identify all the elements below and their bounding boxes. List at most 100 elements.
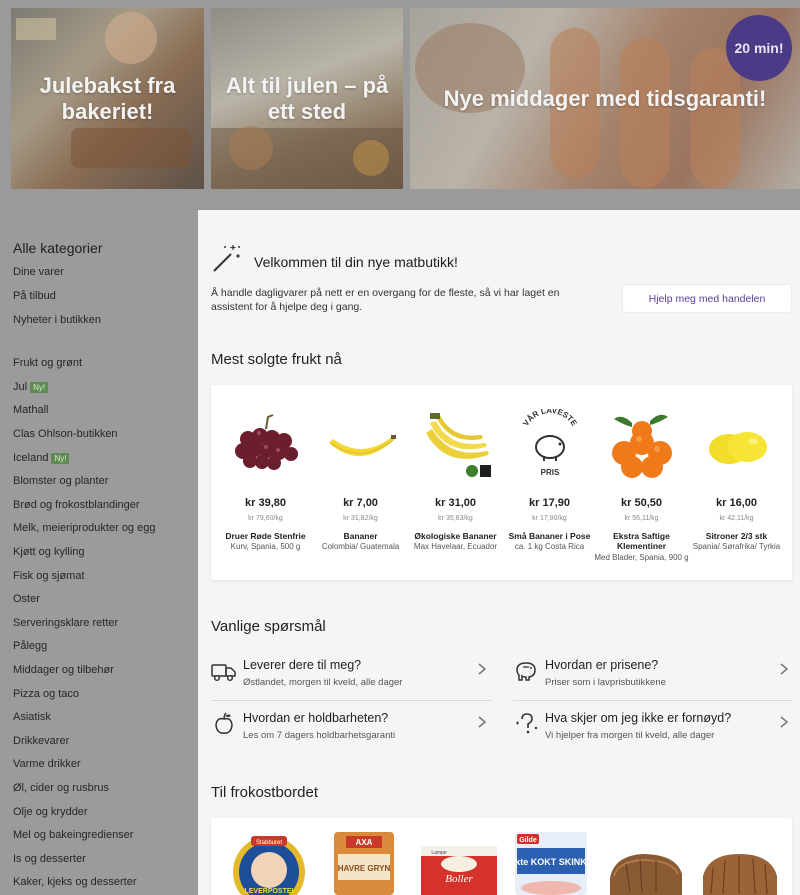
faq-item[interactable]: Hvordan er holdbarheten? Les om 7 dagers…: [211, 707, 491, 751]
sidebar-item-category[interactable]: Olje og krydder: [13, 806, 88, 818]
sidebar-item-category[interactable]: Mathall: [13, 404, 48, 416]
faq-answer: Priser som i lavprisbutikkene: [545, 677, 666, 688]
faq-answer: Østlandet, morgen til kveld, alle dager: [243, 677, 403, 688]
svg-text:Ekte KOKT SKINKE: Ekte KOKT SKINKE: [511, 857, 591, 867]
product-name: Små Bananer i Pose: [508, 531, 591, 541]
boller-image: Lampe Boller: [421, 846, 497, 895]
help-shopping-button[interactable]: Hjelp meg med handelen: [623, 285, 791, 312]
chevron-right-icon: [780, 716, 789, 728]
new-tag: Ny!: [51, 452, 70, 464]
svg-text:PRIS: PRIS: [541, 468, 560, 477]
svg-text:LEVERPOSTEI: LEVERPOSTEI: [244, 888, 293, 895]
svg-text:Gilde: Gilde: [519, 837, 537, 844]
bread-image: [703, 854, 777, 895]
bestsellers-title: Mest solgte frukt nå: [211, 351, 342, 368]
faq-item[interactable]: Leverer dere til meg? Østlandet, morgen …: [211, 654, 491, 698]
product-card[interactable]: [691, 818, 786, 895]
banner-julebakst[interactable]: Julebakst fra bakeriet!: [11, 8, 204, 189]
svg-text:Stabburet: Stabburet: [256, 840, 282, 846]
product-card[interactable]: Lampe Boller: [411, 818, 506, 895]
sidebar-item-pa-tilbud[interactable]: På tilbud: [13, 290, 56, 302]
product-card[interactable]: AXA HAVRE GRYN: [316, 818, 411, 895]
svg-text:Lampe: Lampe: [431, 850, 447, 856]
faq-question: Hva skjer om jeg ikke er fornøyd?: [545, 711, 732, 725]
sidebar-heading[interactable]: Alle kategorier: [13, 240, 103, 256]
sidebar-item-category[interactable]: Øl, cider og rusbrus: [13, 782, 109, 794]
sidebar-item-dine-varer[interactable]: Dine varer: [13, 266, 64, 278]
breakfast-title: Til frokostbordet: [211, 784, 318, 801]
banner-title: Alt til julen – på ett sted: [225, 72, 389, 124]
product-name: Ekstra Saftige Klementiner: [613, 531, 670, 551]
product-card[interactable]: [598, 818, 693, 895]
breakfast-carousel: Stabburet LEVERPOSTEI AXA HAVRE GRYN Lam…: [211, 818, 792, 895]
product-price: kr 17,90: [529, 497, 570, 509]
sidebar-item-category[interactable]: Jul Ny!: [13, 381, 49, 393]
chevron-right-icon: [478, 716, 487, 728]
product-description: Spania/ Sørafrika/ Tyrkia: [692, 542, 781, 551]
faq-answer: Vi hjelper fra morgen til kveld, alle da…: [545, 730, 715, 741]
sidebar-item-category[interactable]: Clas Ohlson-butikken: [13, 428, 118, 440]
product-price: kr 7,00: [343, 497, 378, 509]
product-price: kr 39,80: [245, 497, 286, 509]
product-card[interactable]: Stabburet LEVERPOSTEI: [221, 818, 316, 895]
chevron-right-icon: [478, 663, 487, 675]
faq-item[interactable]: Hvordan er prisene? Priser som i lavpris…: [513, 654, 793, 698]
product-unit-price: kr 35,63/kg: [438, 515, 473, 522]
product-description: Max Havelaar, Ecuador: [413, 542, 498, 551]
divider: [513, 700, 793, 701]
product-name: Økologiske Bananer: [414, 531, 497, 541]
product-price: kr 50,50: [621, 497, 662, 509]
faq-item[interactable]: Hva skjer om jeg ikke er fornøyd? Vi hje…: [513, 707, 793, 751]
magic-wand-icon: [213, 245, 240, 272]
product-unit-price: kr 42,11/kg: [719, 515, 754, 522]
banner-jul[interactable]: Alt til julen – på ett sted: [211, 8, 403, 189]
sidebar-item-category[interactable]: Oster: [13, 593, 40, 605]
sidebar-item-category[interactable]: Pålegg: [13, 640, 47, 652]
faq-question: Hvordan er holdbarheten?: [243, 711, 389, 725]
sidebar-item-category[interactable]: Serveringsklare retter: [13, 617, 118, 629]
product-unit-price: kr 31,82/kg: [343, 515, 378, 522]
sidebar-item-category[interactable]: Brød og frokostblandinger: [13, 499, 140, 511]
lowest-price-logo: VÅR LAVESTE PRIS: [521, 409, 579, 477]
banner-title: Julebakst fra bakeriet!: [39, 72, 176, 124]
sidebar-item-category[interactable]: Frukt og grønt: [13, 357, 82, 369]
svg-text:AXA: AXA: [356, 838, 373, 847]
faq-answer: Les om 7 dagers holdbarhetsgaranti: [243, 730, 396, 741]
faq-question: Leverer dere til meg?: [243, 658, 362, 672]
sidebar-item-category[interactable]: Kaker, kjeks og desserter: [13, 876, 137, 888]
sidebar-item-category[interactable]: Fisk og sjømat: [13, 570, 85, 582]
sidebar-item-category[interactable]: Asiatisk: [13, 711, 51, 723]
sidebar-item-category[interactable]: Middager og tilbehør: [13, 664, 114, 676]
sidebar-item-nyheter[interactable]: Nyheter i butikken: [13, 314, 101, 326]
sidebar-item-category[interactable]: Is og desserter: [13, 853, 86, 865]
sidebar-item-category[interactable]: Drikkevarer: [13, 735, 69, 747]
apple-icon: [215, 712, 233, 734]
banner-title: Nye middager med tidsgaranti!: [443, 85, 767, 111]
leverpostei-image: Stabburet LEVERPOSTEI: [233, 836, 305, 895]
category-sidebar: Alle kategorier Dine varer På tilbud Nyh…: [0, 210, 198, 895]
sidebar-item-category[interactable]: Melk, meieriprodukter og egg: [13, 522, 155, 534]
main-content: Velkommen til din nye matbutikk! Å handl…: [198, 210, 800, 895]
sidebar-item-category[interactable]: Varme drikker: [13, 758, 81, 770]
product-price: kr 16,00: [716, 497, 757, 509]
product-card[interactable]: Gilde Ekte KOKT SKINKE: [503, 818, 598, 895]
bestsellers-carousel: kr 39,80 kr 79,60/kg Druer Røde Stenfrie…: [211, 385, 792, 580]
welcome-text: Å handle dagligvarer på nett er en overg…: [211, 287, 560, 313]
product-name: Druer Røde Stenfrie: [225, 531, 306, 541]
sidebar-item-category[interactable]: Mel og bakeingredienser: [13, 829, 133, 841]
promo-banners: Julebakst fra bakeriet! Alt til julen – …: [0, 0, 800, 210]
sidebar-item-category[interactable]: Pizza og taco: [13, 688, 79, 700]
faq-title: Vanlige spørsmål: [211, 618, 326, 635]
product-name: Bananer: [343, 531, 378, 541]
product-unit-price: kr 17,90/kg: [532, 515, 567, 522]
sidebar-item-category[interactable]: Blomster og planter: [13, 475, 108, 487]
banner-middager[interactable]: Nye middager med tidsgaranti! 20 min!: [410, 8, 800, 189]
product-unit-price: kr 56,11/kg: [624, 515, 659, 522]
chevron-right-icon: [780, 663, 789, 675]
sidebar-item-category[interactable]: Iceland Ny!: [13, 452, 70, 464]
grapes-image: [235, 414, 298, 470]
product-unit-price: kr 79,60/kg: [248, 515, 283, 522]
sidebar-item-category[interactable]: Kjøtt og kylling: [13, 546, 85, 558]
new-tag: Ny!: [30, 381, 49, 393]
piggy-bank-icon: [516, 662, 536, 681]
